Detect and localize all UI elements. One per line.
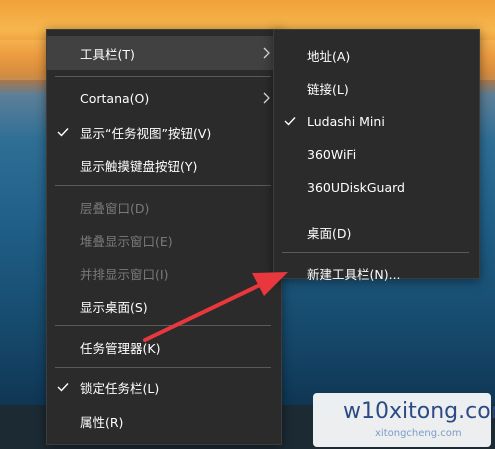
menu-separator: [55, 185, 271, 186]
menu-item-label: 层叠窗口(D): [80, 200, 150, 216]
menu-separator: [55, 367, 271, 368]
menu-item-properties[interactable]: 属性(R): [47, 404, 281, 438]
watermark-sub-text: xitongcheng.com: [375, 428, 462, 439]
menu-item-label: 显示桌面(S): [80, 299, 148, 315]
menu-item-stack-windows: 堆叠显示窗口(E): [47, 223, 281, 257]
checkmark-icon: [57, 128, 69, 137]
menu-item-cortana[interactable]: Cortana(O): [47, 81, 281, 115]
menu-item-show-desktop[interactable]: 显示桌面(S): [47, 289, 281, 323]
menu-item-label: 工具栏(T): [80, 46, 135, 62]
submenu-item-360udiskguard[interactable]: 360UDiskGuard: [274, 170, 479, 204]
site-watermark: w10xitong.com xitongcheng.com: [313, 393, 495, 447]
menu-item-label: 锁定任务栏(L): [80, 380, 160, 396]
submenu-item-360wifi[interactable]: 360WiFi: [274, 137, 479, 171]
menu-item-label: 360WiFi: [307, 146, 357, 162]
menu-item-label: 并排显示窗口(I): [80, 266, 169, 282]
menu-separator: [55, 76, 271, 77]
menu-item-label: 堆叠显示窗口(E): [80, 233, 173, 249]
menu-item-label: Ludashi Mini: [307, 113, 385, 129]
taskbar-context-menu: 工具栏(T) Cortana(O) 显示“任务视图”按钮(V) 显示触摸键盘按钮…: [46, 29, 282, 445]
menu-item-label: 360UDiskGuard: [307, 179, 405, 195]
watermark-main-text: w10xitong.com: [343, 399, 495, 424]
menu-item-label: Cortana(O): [80, 90, 150, 106]
menu-item-label: 属性(R): [80, 414, 124, 430]
menu-item-label: 新建工具栏(N)...: [307, 266, 401, 282]
menu-item-label: 任务管理器(K): [80, 340, 161, 356]
menu-item-side-by-side: 并排显示窗口(I): [47, 256, 281, 290]
menu-separator: [55, 325, 271, 326]
chevron-right-icon: [263, 92, 270, 104]
menu-item-label: 链接(L): [307, 81, 349, 97]
menu-item-cascade-windows: 层叠窗口(D): [47, 190, 281, 224]
checkmark-icon: [57, 383, 69, 392]
submenu-item-address[interactable]: 地址(A): [274, 38, 479, 72]
menu-item-show-touch-keyboard[interactable]: 显示触摸键盘按钮(Y): [47, 148, 281, 182]
menu-separator: [282, 252, 469, 253]
menu-item-label: 显示触摸键盘按钮(Y): [80, 158, 198, 174]
menu-item-toolbars[interactable]: 工具栏(T): [47, 36, 281, 70]
submenu-item-ludashi-mini[interactable]: Ludashi Mini: [274, 104, 479, 138]
chevron-right-icon: [263, 47, 270, 59]
menu-item-task-manager[interactable]: 任务管理器(K): [47, 330, 281, 364]
menu-item-lock-taskbar[interactable]: 锁定任务栏(L): [47, 370, 281, 404]
menu-item-label: 地址(A): [307, 48, 351, 64]
menu-item-show-task-view[interactable]: 显示“任务视图”按钮(V): [47, 115, 281, 149]
submenu-item-links[interactable]: 链接(L): [274, 71, 479, 105]
menu-item-label: 桌面(D): [307, 225, 352, 241]
menu-item-label: 显示“任务视图”按钮(V): [80, 125, 212, 141]
checkmark-icon: [284, 117, 296, 126]
submenu-item-new-toolbar[interactable]: 新建工具栏(N)...: [274, 256, 479, 290]
submenu-item-desktop[interactable]: 桌面(D): [274, 215, 479, 249]
toolbars-submenu: 地址(A) 链接(L) Ludashi Mini 360WiFi 360UDis…: [273, 29, 480, 282]
